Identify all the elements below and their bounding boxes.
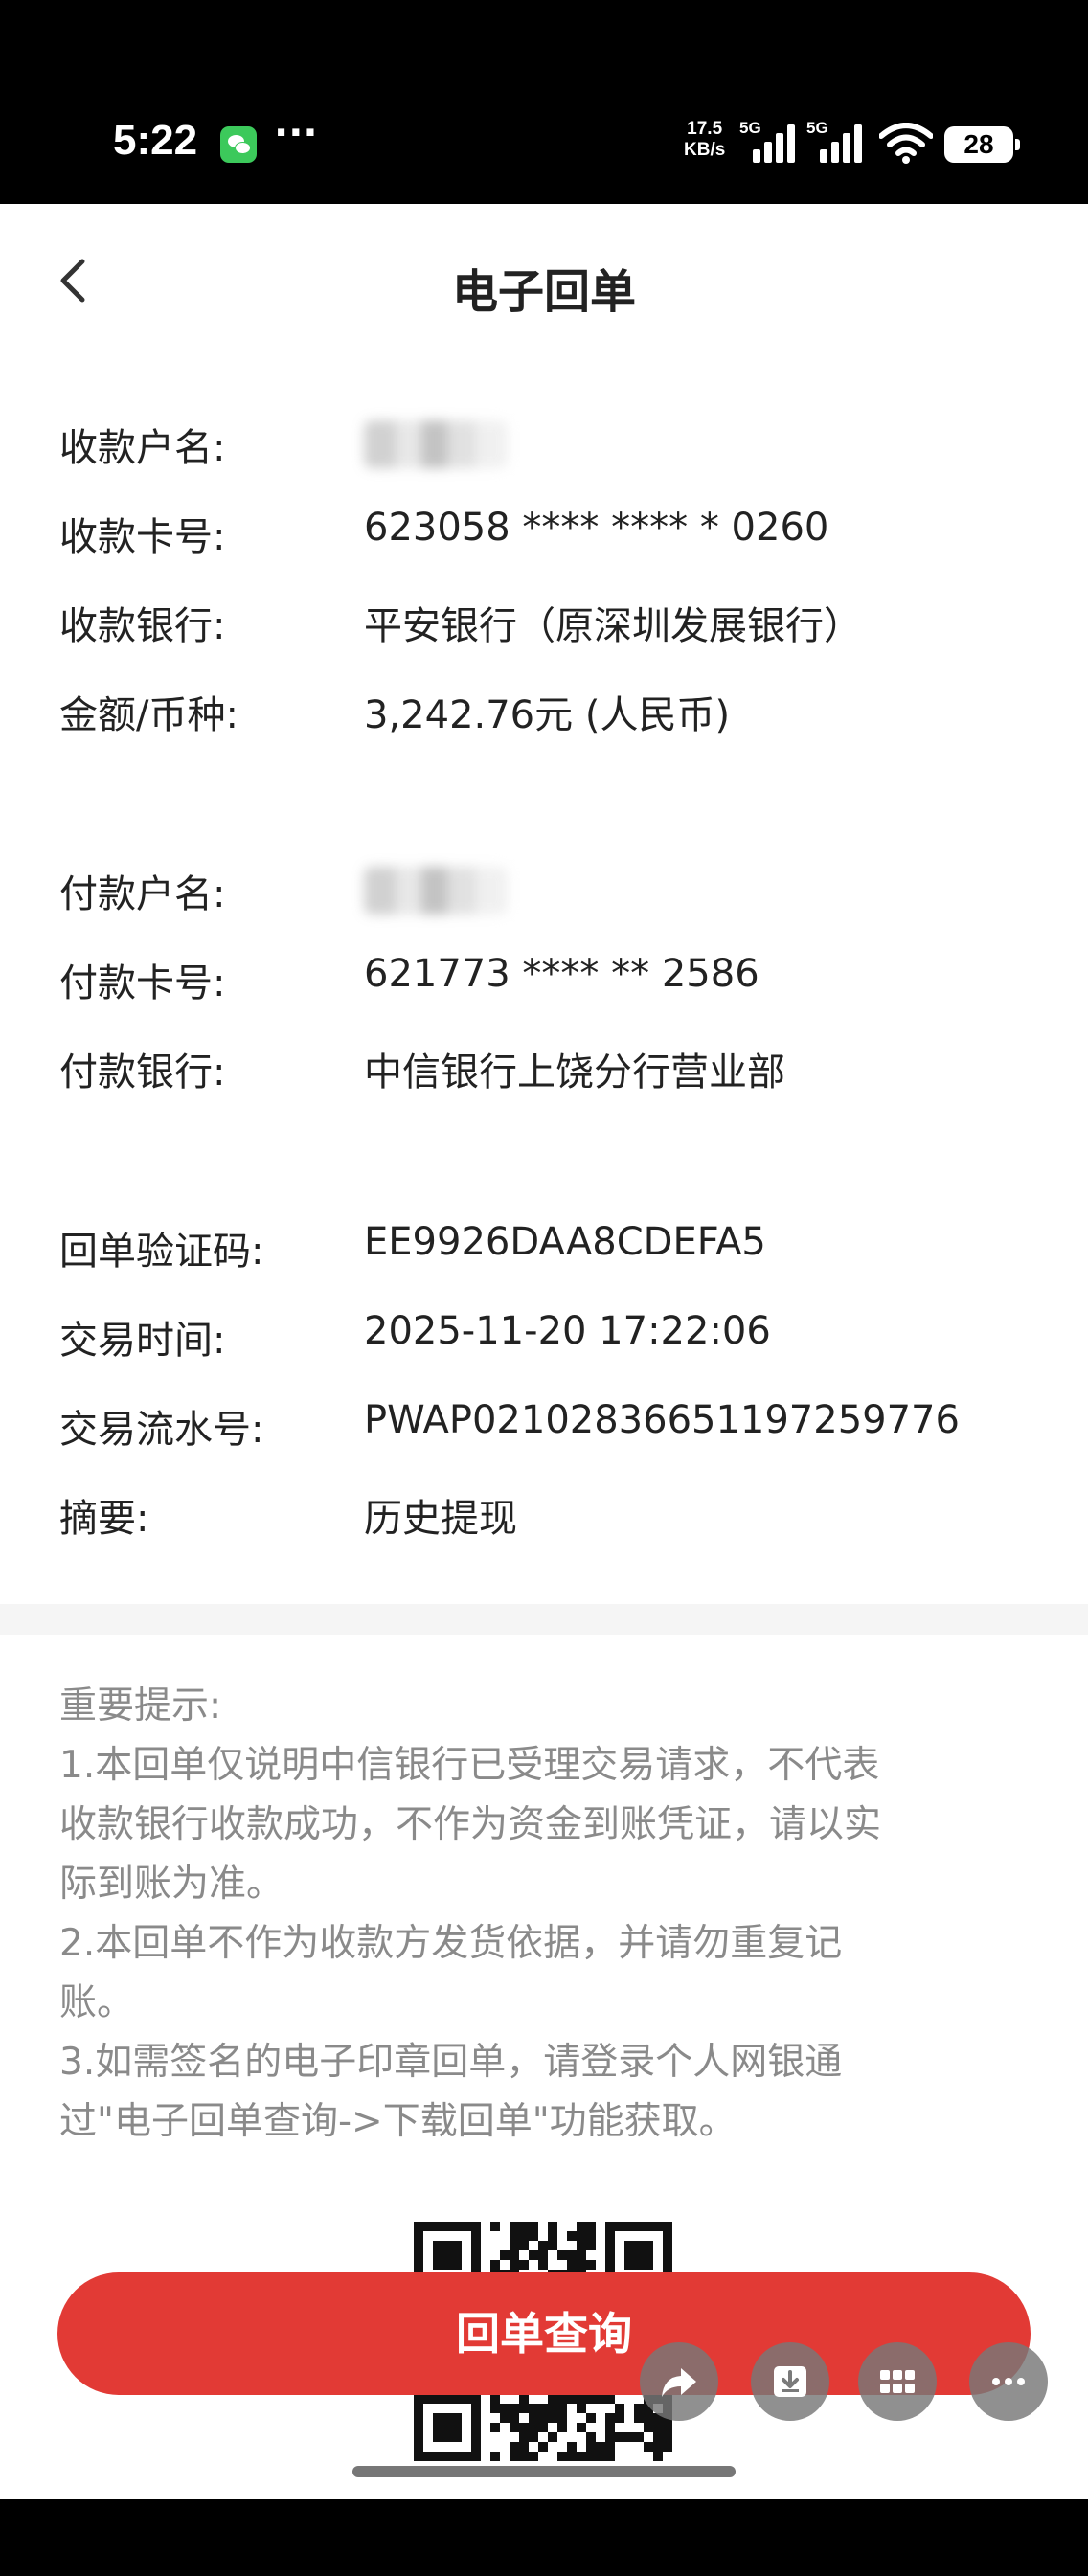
notice-line: 过"电子回单查询->下载回单"功能获取。 <box>59 2100 737 2143</box>
net-speed-value: 17.5 <box>687 119 723 139</box>
grid-icon <box>880 2370 915 2393</box>
net-speed: 17.5 KB/s <box>684 119 725 161</box>
notice-line: 2.本回单不作为收款方发货依据，并请勿重复记 <box>59 1922 843 1965</box>
download-button[interactable] <box>751 2342 829 2421</box>
battery-icon: 28 <box>944 126 1020 163</box>
bottom-bar <box>0 2499 1088 2576</box>
payee-bank-label: 收款银行: <box>59 604 226 648</box>
share-button[interactable] <box>640 2342 718 2421</box>
summary-value: 历史提现 <box>364 1497 517 1541</box>
payer-name-blurred <box>364 867 508 915</box>
receipt-page: 电子回单 收款户名: 收款卡号: 623058 **** **** * 0260… <box>0 204 1088 2499</box>
payee-card-value: 623058 **** **** * 0260 <box>364 506 829 550</box>
payee-bank-value: 平安银行（原深圳发展银行） <box>364 604 862 648</box>
more-icon <box>992 2378 1025 2385</box>
page-title: 电子回单 <box>451 265 636 319</box>
net-speed-unit: KB/s <box>684 140 726 160</box>
summary-label: 摘要: <box>59 1497 149 1541</box>
wifi-icon <box>879 123 933 164</box>
verify-code-label: 回单验证码: <box>59 1230 264 1274</box>
signal-icon-sim1: 5G <box>739 119 797 163</box>
wechat-icon <box>220 126 257 163</box>
status-more: ··· <box>274 111 318 155</box>
important-notice: 重要提示: 1.本回单仅说明中信银行已受理交易请求，不代表 收款银行收款成功，不… <box>59 1677 1036 2152</box>
home-indicator[interactable] <box>352 2466 736 2477</box>
notice-line: 账。 <box>59 1981 135 2024</box>
amount-value: 3,242.76元 (人民币) <box>364 693 731 737</box>
payer-card-label: 付款卡号: <box>59 961 226 1006</box>
amount-label: 金额/币种: <box>59 693 238 737</box>
nav-bar: 电子回单 <box>0 204 1088 357</box>
notice-line: 收款银行收款成功，不作为资金到账凭证，请以实 <box>59 1803 882 1846</box>
download-icon <box>774 2366 806 2397</box>
signal-icon-sim2: 5G <box>806 119 864 163</box>
payer-card-value: 621773 **** ** 2586 <box>364 952 759 996</box>
notice-line: 际到账为准。 <box>59 1863 284 1906</box>
payer-bank-value: 中信银行上饶分行营业部 <box>364 1051 785 1095</box>
notice-line: 1.本回单仅说明中信银行已受理交易请求，不代表 <box>59 1744 880 1787</box>
share-icon <box>662 2368 696 2397</box>
verify-code-value: EE9926DAA8CDEFA5 <box>364 1220 766 1264</box>
notice-line: 3.如需签名的电子印章回单，请登录个人网银通 <box>59 2041 843 2084</box>
payer-name-label: 付款户名: <box>59 872 226 916</box>
apps-button[interactable] <box>858 2342 937 2421</box>
serial-label: 交易流水号: <box>59 1408 264 1452</box>
status-bar: 5:22 ··· 17.5 KB/s 5G 5G 28 <box>0 0 1088 204</box>
serial-value: PWAP02102836651197259776 <box>364 1398 960 1442</box>
payee-name-label: 收款户名: <box>59 426 226 470</box>
payee-name-blurred <box>364 420 508 468</box>
trade-time-label: 交易时间: <box>59 1319 226 1363</box>
more-button[interactable] <box>969 2342 1048 2421</box>
trade-time-value: 2025-11-20 17:22:06 <box>364 1309 771 1353</box>
section-divider <box>0 1604 1088 1635</box>
notice-title: 重要提示: <box>59 1684 222 1728</box>
payer-bank-label: 付款银行: <box>59 1051 226 1095</box>
payee-card-label: 收款卡号: <box>59 515 226 559</box>
status-time: 5:22 <box>113 117 198 164</box>
